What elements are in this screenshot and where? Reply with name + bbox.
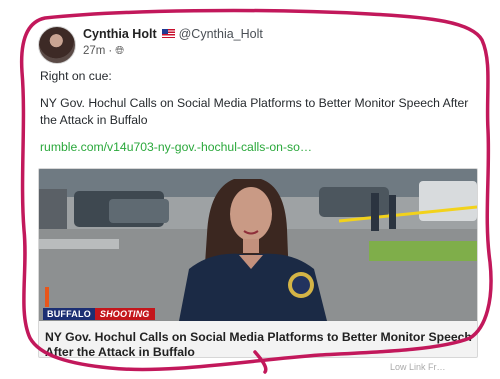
- post-time[interactable]: 27m: [83, 45, 105, 57]
- banner-tag: SHOOTING: [94, 308, 155, 320]
- author-handle[interactable]: @Cynthia_Holt: [179, 27, 263, 41]
- news-banner: BUFFALO SHOOTING: [43, 308, 155, 320]
- preview-title[interactable]: NY Gov. Hochul Calls on Social Media Pla…: [45, 330, 473, 357]
- post-card: Cynthia Holt @Cynthia_Holt 27m · 🌐︎ Right o…: [38, 16, 478, 358]
- us-flag-icon: [161, 29, 175, 38]
- post-meta: 27m · 🌐︎: [83, 45, 125, 57]
- footer-text: Low Link Fr…: [390, 362, 446, 372]
- post-text-headline: NY Gov. Hochul Calls on Social Media Pla…: [40, 96, 469, 127]
- preview-thumbnail[interactable]: BUFFALO SHOOTING: [39, 169, 477, 321]
- news-video-frame: [39, 169, 477, 321]
- banner-place: BUFFALO: [43, 308, 95, 320]
- post-text-intro: Right on cue:: [40, 69, 112, 83]
- author-line: Cynthia Holt @Cynthia_Holt: [83, 27, 263, 41]
- globe-icon: 🌐︎: [115, 45, 125, 57]
- link-preview-card[interactable]: BUFFALO SHOOTING NY Gov. Hochul Calls on…: [38, 168, 478, 358]
- author-name[interactable]: Cynthia Holt: [83, 27, 157, 41]
- post-link[interactable]: rumble.com/v14u703-ny-gov.-hochul-calls-…: [40, 140, 312, 154]
- avatar[interactable]: [38, 26, 76, 64]
